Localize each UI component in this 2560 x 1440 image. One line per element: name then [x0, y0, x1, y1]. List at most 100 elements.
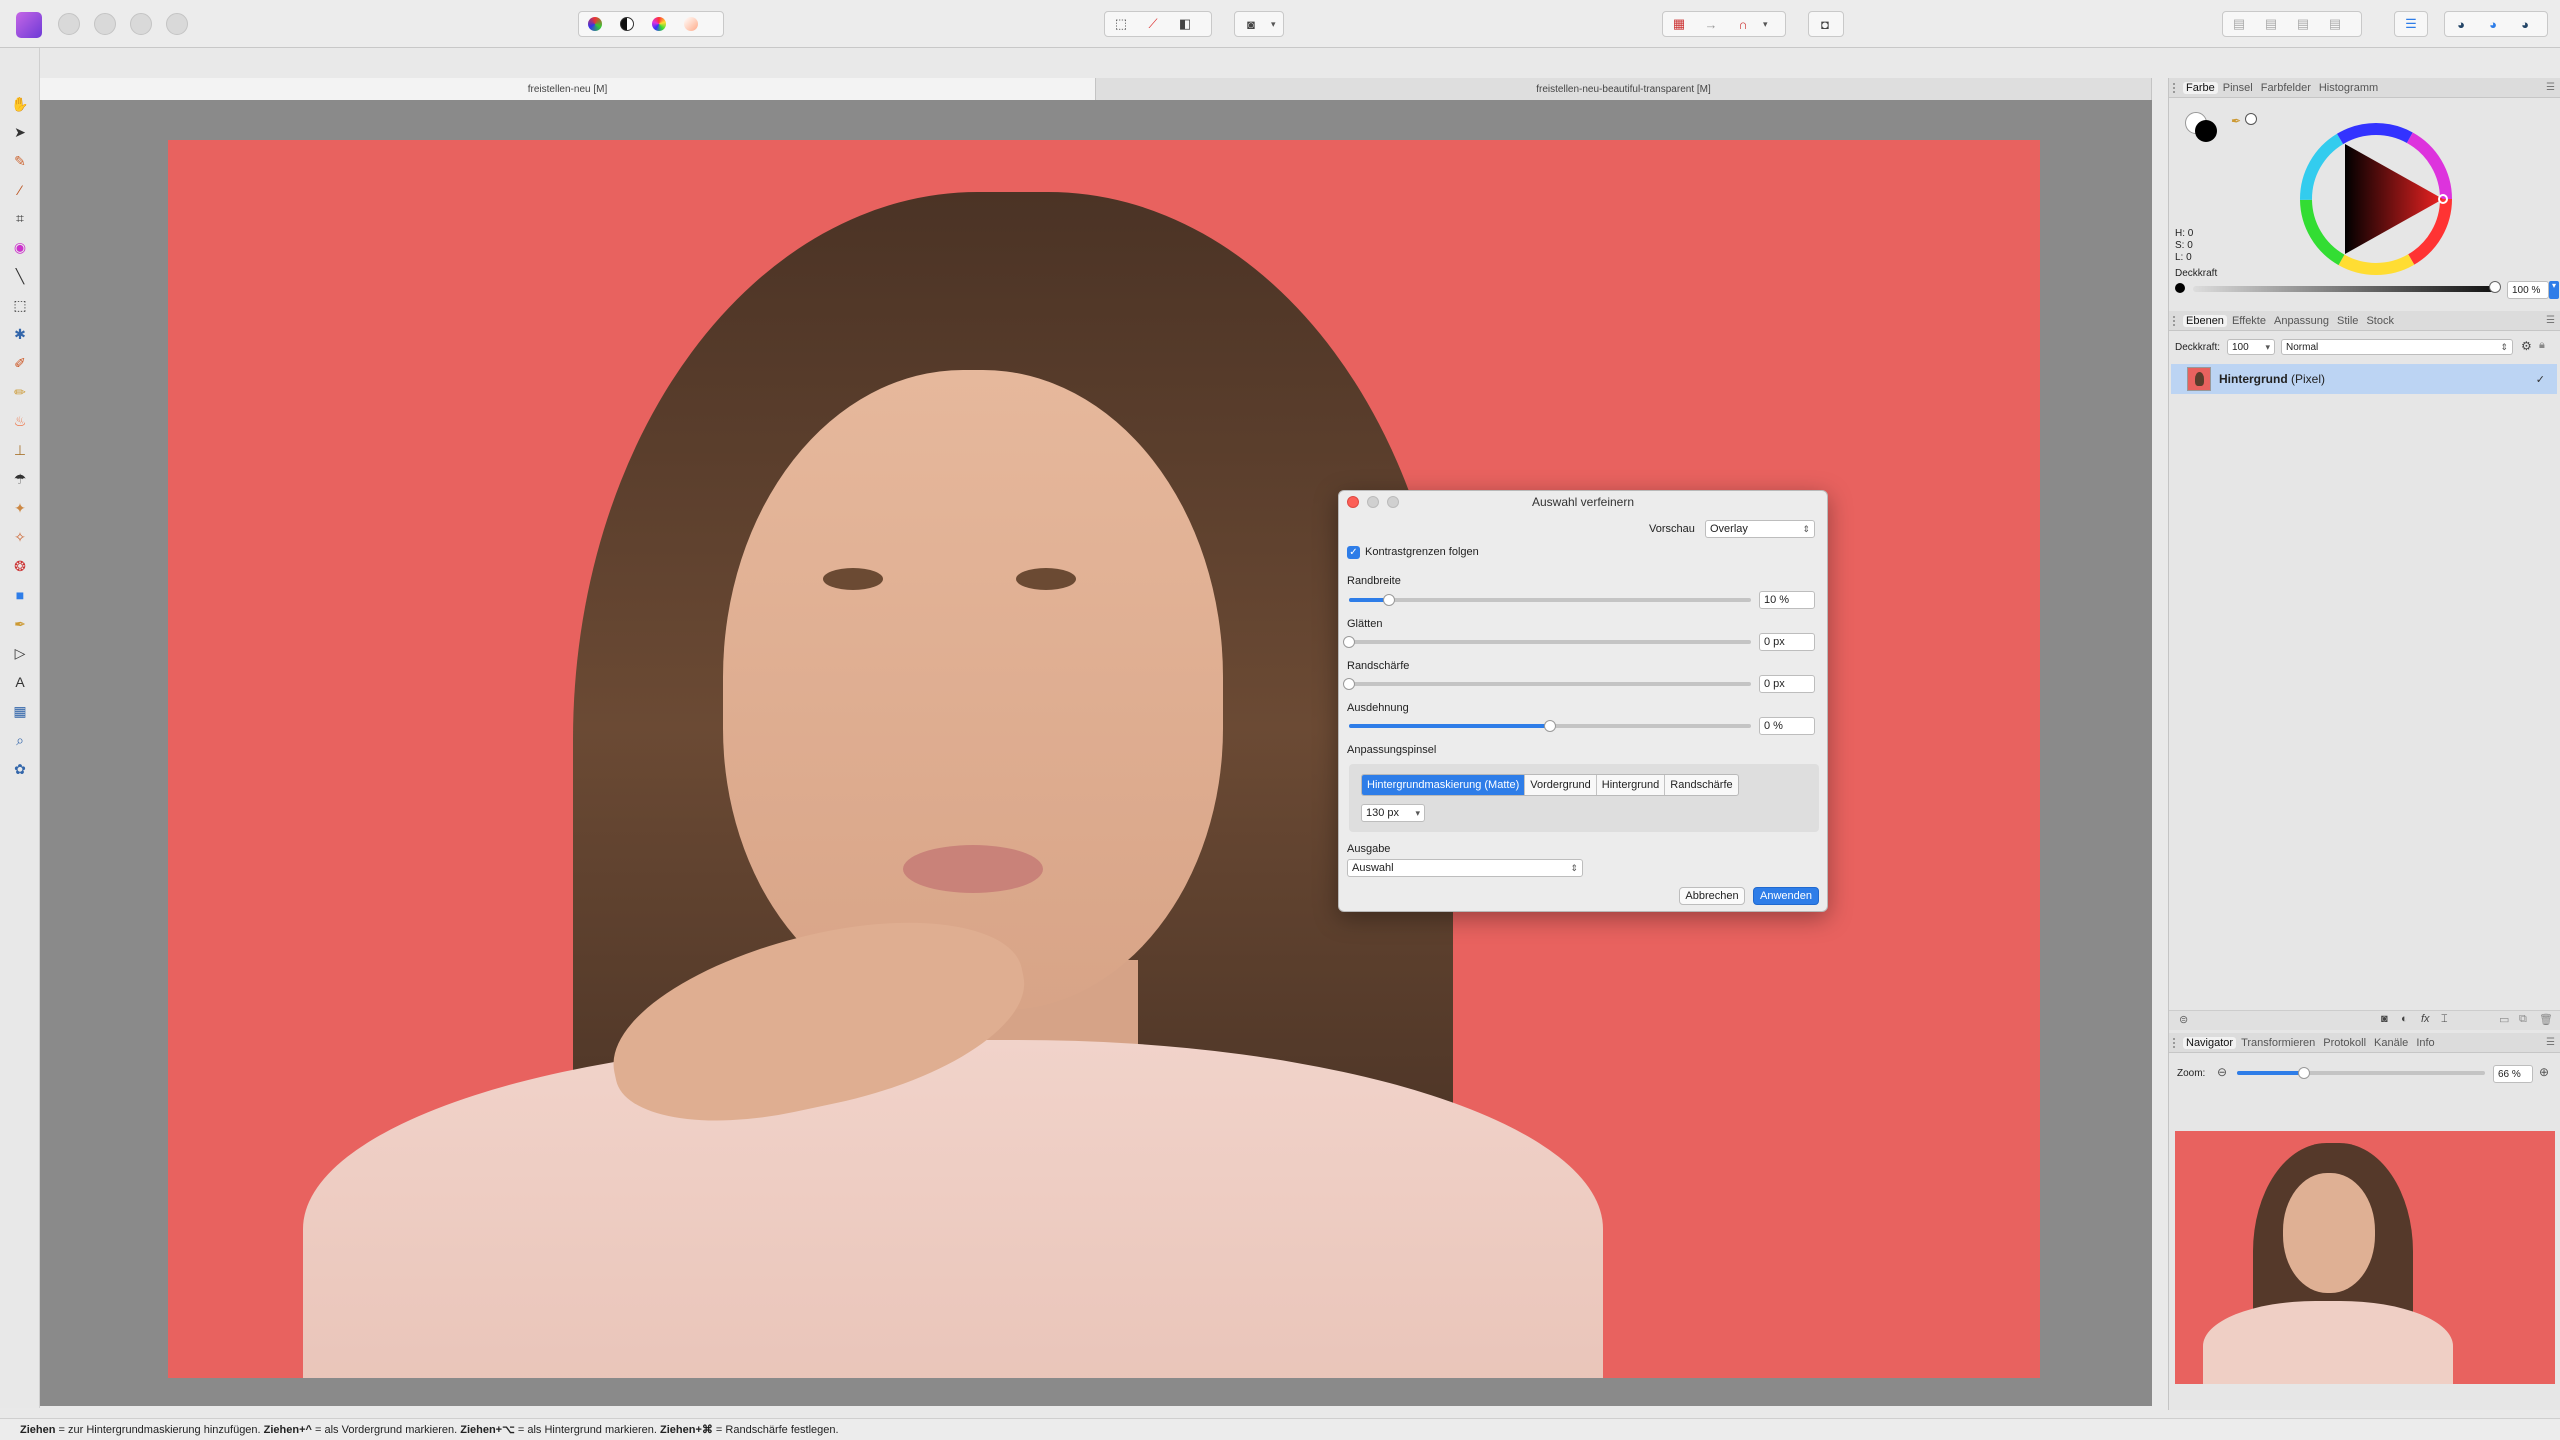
layers-stack-icon[interactable]: ⊜ — [2179, 1013, 2188, 1026]
panel-menu-icon[interactable]: ☰ — [2546, 82, 2555, 93]
slider-knob[interactable] — [2297, 1067, 2310, 1079]
brush-icon[interactable]: ⁄ — [10, 180, 30, 200]
fx-icon[interactable]: fx — [2421, 1013, 2430, 1025]
border-width-slider[interactable] — [1349, 594, 1751, 606]
move-icon[interactable]: ➤ — [10, 122, 30, 142]
brush-mode-foreground[interactable]: Vordergrund — [1525, 775, 1597, 795]
zoom-in-icon[interactable]: ⊕ — [2539, 1065, 2549, 1079]
tab-transform[interactable]: Transformieren — [2238, 1037, 2318, 1049]
eyedropper-icon[interactable]: ✒ — [2231, 114, 2241, 128]
adjustment-layer-icon[interactable]: ◐ — [2401, 1013, 2408, 1025]
magnet-icon[interactable]: ∩ — [1731, 14, 1755, 34]
move-to-front-icon[interactable]: ▤ — [2323, 14, 2347, 34]
arrow-right-icon[interactable]: → — [1699, 14, 1723, 34]
grip-icon[interactable] — [2173, 316, 2179, 326]
primary-color-well[interactable] — [2195, 120, 2217, 142]
minimize-icon[interactable] — [1367, 496, 1379, 508]
slider-knob[interactable] — [1383, 594, 1396, 606]
brush-mode-matte[interactable]: Hintergrundmaskierung (Matte) — [1362, 775, 1526, 795]
chevron-down-icon[interactable]: ▾ — [1763, 19, 1768, 30]
cancel-button[interactable]: Abbrechen — [1679, 887, 1745, 905]
liquify-persona-icon[interactable] — [58, 13, 80, 35]
tab-channels[interactable]: Kanäle — [2371, 1037, 2411, 1049]
tab-stock[interactable]: Stock — [2363, 315, 2397, 327]
border-width-field[interactable]: 10 % — [1759, 591, 1815, 609]
preview-select[interactable]: Overlay ⇕ — [1705, 520, 1815, 538]
straighten-icon[interactable]: ╲ — [10, 266, 30, 286]
paint-brush-icon[interactable]: ✐ — [10, 353, 30, 373]
move-to-back-icon[interactable]: ▤ — [2227, 14, 2251, 34]
document-tab[interactable]: freistellen-neu-beautiful-transparent [M… — [1096, 78, 2152, 100]
clone-icon[interactable]: ⊥ — [10, 440, 30, 460]
tab-info[interactable]: Info — [2413, 1037, 2437, 1049]
marquee-icon[interactable]: ⬚ — [10, 295, 30, 315]
tab-styles[interactable]: Stile — [2334, 315, 2361, 327]
brush-mode-background[interactable]: Hintergrund — [1597, 775, 1666, 795]
opacity-slider[interactable] — [2193, 286, 2495, 292]
chevron-down-icon[interactable]: ▾ — [1271, 19, 1276, 30]
fire-icon[interactable]: ♨ — [10, 411, 30, 431]
layer-row[interactable]: Hintergrund (Pixel) ✓ — [2171, 364, 2557, 394]
tab-navigator[interactable]: Navigator — [2183, 1036, 2237, 1049]
smooth-slider[interactable] — [1343, 636, 1751, 648]
auto-contrast-icon[interactable] — [615, 14, 639, 34]
close-icon[interactable] — [1347, 496, 1359, 508]
snapping-grid-icon[interactable]: ▦ — [1667, 14, 1691, 34]
assistant-icon[interactable]: ◘ — [1813, 14, 1837, 34]
move-back-one-icon[interactable]: ▤ — [2259, 14, 2283, 34]
select-all-icon[interactable]: ⬚ — [1109, 14, 1133, 34]
tone-mapping-persona-icon[interactable] — [130, 13, 152, 35]
pattern-icon[interactable]: ✿ — [10, 759, 30, 779]
gear-icon[interactable]: ⚙ — [2521, 339, 2532, 353]
contrast-checkbox[interactable]: ✓ — [1347, 546, 1360, 559]
ramp-slider[interactable] — [1349, 720, 1751, 732]
add-shape-icon[interactable]: ◕ — [2449, 14, 2473, 34]
document-tab[interactable]: freistellen-neu [M] — [40, 78, 1096, 100]
zoom-out-icon[interactable]: ⊖ — [2217, 1065, 2227, 1079]
intersect-shape-icon[interactable]: ◕ — [2513, 14, 2537, 34]
auto-white-balance-icon[interactable] — [679, 14, 703, 34]
text-icon[interactable]: A — [10, 672, 30, 692]
tab-effects[interactable]: Effekte — [2229, 315, 2269, 327]
visibility-checkbox[interactable]: ✓ — [2536, 373, 2545, 386]
layer-opacity-select[interactable]: 100 ▾ — [2227, 339, 2275, 355]
hand-icon[interactable]: ✋ — [10, 94, 30, 114]
develop-persona-icon[interactable] — [94, 13, 116, 35]
smudge-icon[interactable]: ☂ — [10, 469, 30, 489]
subtract-shape-icon[interactable]: ◕ — [2481, 14, 2505, 34]
mesh-icon[interactable]: ▦ — [10, 701, 30, 721]
tab-layers[interactable]: Ebenen — [2183, 314, 2227, 327]
tab-adjustments[interactable]: Anpassung — [2271, 315, 2332, 327]
trash-icon[interactable]: 🗑︎ — [2539, 1013, 2553, 1026]
panel-menu-icon[interactable]: ☰ — [2546, 1037, 2555, 1048]
opacity-field[interactable]: 100 % — [2507, 281, 2549, 299]
zoom-window-icon[interactable] — [1387, 496, 1399, 508]
brush-mode-feather[interactable]: Randschärfe — [1665, 775, 1737, 795]
feather-field[interactable]: 0 px — [1759, 675, 1815, 693]
color-mode-icon[interactable] — [2245, 113, 2257, 125]
node-icon[interactable]: ▷ — [10, 643, 30, 663]
tab-histogram[interactable]: Histogramm — [2316, 82, 2381, 94]
apply-button[interactable]: Anwenden — [1753, 887, 1819, 905]
align-icon[interactable]: ☰ — [2399, 14, 2423, 34]
chevron-down-icon[interactable]: ▾ — [2549, 281, 2559, 299]
slider-knob[interactable] — [2489, 281, 2501, 293]
slider-knob[interactable] — [1343, 678, 1355, 690]
lock-icon[interactable]: 🔒︎ — [2539, 339, 2545, 352]
crop-icon[interactable]: ⌗ — [10, 208, 30, 228]
quick-mask-icon[interactable]: ◙ — [1239, 14, 1263, 34]
add-layer-icon[interactable]: ⧉ — [2519, 1013, 2527, 1026]
app-logo-icon[interactable] — [16, 12, 42, 38]
mask-layer-icon[interactable]: ◙ — [2381, 1013, 2388, 1025]
slider-knob[interactable] — [1544, 720, 1556, 732]
pencil-icon[interactable]: ✏ — [10, 382, 30, 402]
tab-color[interactable]: Farbe — [2183, 81, 2218, 94]
grip-icon[interactable] — [2173, 1038, 2179, 1048]
dodge-icon[interactable]: ✦ — [10, 498, 30, 518]
canvas-area[interactable] — [40, 100, 2152, 1406]
tab-history[interactable]: Protokoll — [2320, 1037, 2369, 1049]
tab-brushes[interactable]: Pinsel — [2220, 82, 2256, 94]
zoom-slider[interactable] — [2237, 1067, 2485, 1079]
color-picker-icon[interactable]: ◉ — [10, 237, 30, 257]
group-layers-icon[interactable]: ▭ — [2499, 1013, 2509, 1026]
